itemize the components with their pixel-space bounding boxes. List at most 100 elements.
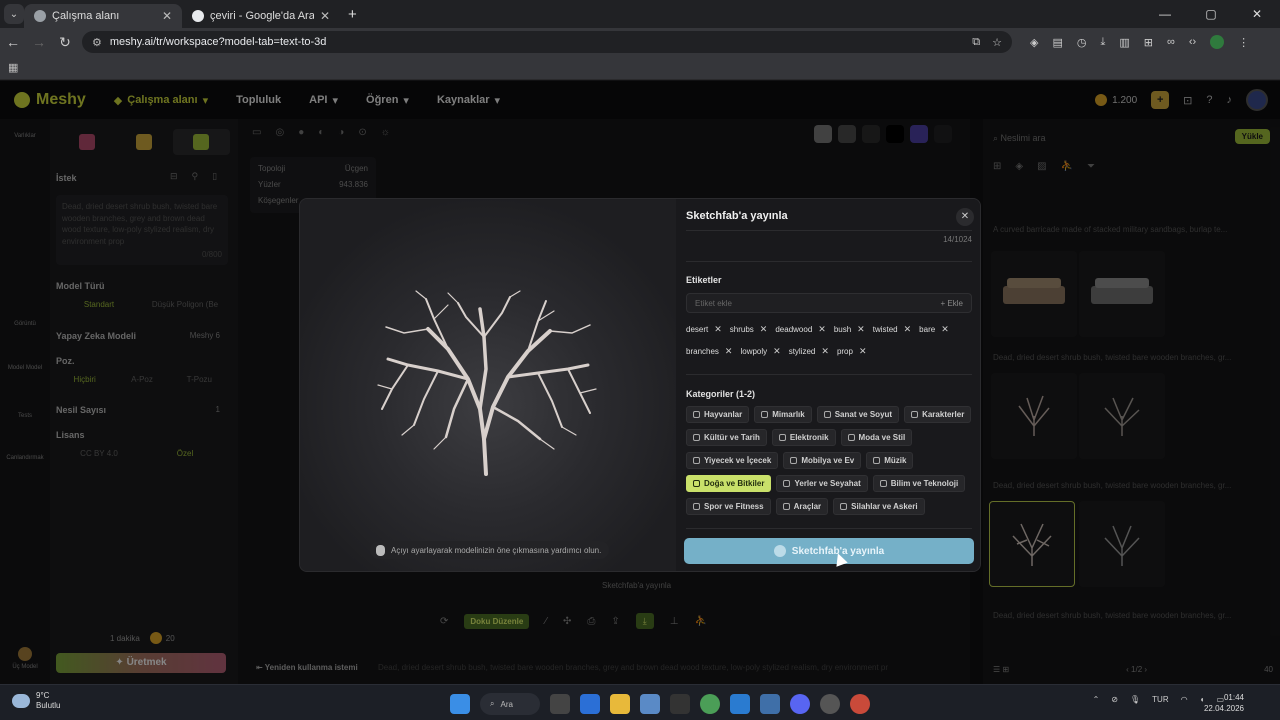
chrome-icon[interactable] bbox=[700, 694, 720, 714]
category-button[interactable]: Silahlar ve Askeri bbox=[833, 498, 925, 515]
tab-title: çeviri - Google'da Ara bbox=[210, 10, 314, 22]
category-icon bbox=[693, 411, 700, 418]
browser-tab-workspace[interactable]: Çalışma alanı ✕ bbox=[24, 4, 182, 28]
window-controls: — ▢ ✕ bbox=[1142, 0, 1280, 28]
category-label: Yiyecek ve İçecek bbox=[704, 456, 772, 465]
category-button[interactable]: Karakterler bbox=[904, 406, 972, 423]
vscode-icon[interactable] bbox=[730, 694, 750, 714]
tag-input[interactable] bbox=[695, 298, 941, 308]
address-bar[interactable]: ⚙ meshy.ai/tr/workspace?model-tab=text-t… bbox=[82, 31, 1012, 53]
category-button[interactable]: Doğa ve Bitkiler bbox=[686, 475, 772, 492]
apps-grid-icon[interactable]: ▦ bbox=[8, 61, 18, 74]
devtools-icon[interactable]: ‹› bbox=[1189, 36, 1196, 48]
task-view-icon[interactable] bbox=[550, 694, 570, 714]
sketchfab-publish-dialog: Açıyı ayarlayarak modelinizin öne çıkmas… bbox=[299, 198, 981, 572]
tag-chip: desert ✕ bbox=[686, 323, 722, 335]
remove-tag-icon[interactable]: ✕ bbox=[904, 324, 912, 335]
profile-avatar-icon[interactable] bbox=[1210, 35, 1225, 49]
tab-title: Çalışma alanı bbox=[52, 10, 120, 22]
close-tab-icon[interactable]: ✕ bbox=[162, 9, 172, 23]
language-indicator[interactable]: TUR bbox=[1152, 695, 1168, 704]
remove-tag-icon[interactable]: ✕ bbox=[714, 324, 722, 335]
category-button[interactable]: Araçlar bbox=[775, 498, 829, 515]
url-text[interactable]: meshy.ai/tr/workspace?model-tab=text-to-… bbox=[110, 36, 964, 48]
browser-tab-google[interactable]: çeviri - Google'da Ara ✕ bbox=[182, 4, 340, 28]
category-label: Spor ve Fitness bbox=[704, 502, 764, 511]
install-app-icon[interactable]: ⧉ bbox=[972, 36, 980, 49]
category-icon bbox=[840, 503, 848, 510]
discord-icon[interactable] bbox=[790, 694, 810, 714]
category-button[interactable]: Müzik bbox=[866, 452, 914, 469]
history-icon[interactable]: ◷ bbox=[1077, 36, 1087, 49]
close-tab-icon[interactable]: ✕ bbox=[320, 9, 330, 23]
remove-tag-icon[interactable]: ✕ bbox=[818, 324, 826, 335]
category-button[interactable]: Bilim ve Teknoloji bbox=[872, 475, 966, 492]
remove-tag-icon[interactable]: ✕ bbox=[725, 346, 733, 357]
network-off-icon[interactable]: ⊘ bbox=[1111, 695, 1118, 704]
app-icon[interactable] bbox=[820, 694, 840, 714]
publish-button[interactable]: Sketchfab'a yayınla bbox=[684, 538, 974, 564]
remove-tag-icon[interactable]: ✕ bbox=[760, 324, 768, 335]
category-button[interactable]: Elektronik bbox=[771, 429, 836, 446]
new-tab-icon[interactable]: + bbox=[348, 6, 357, 23]
category-button[interactable]: Yiyecek ve İçecek bbox=[686, 452, 779, 469]
terminal-icon[interactable] bbox=[670, 694, 690, 714]
category-label: Sanat ve Soyut bbox=[834, 410, 893, 419]
windows-start-icon[interactable] bbox=[450, 694, 470, 714]
link-icon[interactable]: ∞ bbox=[1167, 36, 1175, 48]
category-button[interactable]: Moda ve Stil bbox=[840, 429, 913, 446]
microphone-icon[interactable]: 🎙 bbox=[1130, 695, 1140, 704]
category-button[interactable]: Spor ve Fitness bbox=[686, 498, 771, 515]
translate-icon[interactable]: ⊞ bbox=[1144, 36, 1153, 49]
category-button[interactable]: Kültür ve Tarih bbox=[686, 429, 767, 446]
category-button[interactable]: Yerler ve Seyahat bbox=[776, 475, 868, 492]
category-button[interactable]: Hayvanlar bbox=[686, 406, 750, 423]
remove-tag-icon[interactable]: ✕ bbox=[857, 324, 865, 335]
file-explorer-icon[interactable] bbox=[610, 694, 630, 714]
app-icon[interactable] bbox=[760, 694, 780, 714]
weather-widget[interactable]: 9°C Bulutlu bbox=[12, 691, 60, 711]
category-button[interactable]: Mimarlık bbox=[754, 406, 812, 423]
app-icon[interactable] bbox=[640, 694, 660, 714]
tag-chip: prop ✕ bbox=[837, 345, 867, 357]
remove-tag-icon[interactable]: ✕ bbox=[941, 324, 949, 335]
category-button[interactable]: Mobilya ve Ev bbox=[783, 452, 862, 469]
reading-list-icon[interactable]: ▤ bbox=[1052, 36, 1062, 49]
close-window-icon[interactable]: ✕ bbox=[1234, 0, 1280, 28]
download-icon[interactable]: ⤓ bbox=[1100, 36, 1105, 49]
tab-search-icon[interactable]: ⌄ bbox=[4, 4, 24, 24]
divider bbox=[686, 374, 972, 375]
delete-icon[interactable]: ▥ bbox=[1119, 36, 1129, 49]
forward-icon[interactable]: → bbox=[26, 34, 52, 50]
remove-tag-icon[interactable]: ✕ bbox=[773, 346, 781, 357]
clock[interactable]: 01:44 22.04.2026 bbox=[1204, 692, 1244, 714]
menu-kebab-icon[interactable]: ⋮ bbox=[1238, 36, 1249, 49]
category-icon bbox=[693, 434, 700, 441]
back-icon[interactable]: ← bbox=[0, 34, 26, 50]
extensions-icon[interactable]: ◈ bbox=[1030, 36, 1038, 49]
tag-chip: lowpoly ✕ bbox=[740, 345, 780, 357]
reload-icon[interactable]: ↻ bbox=[52, 34, 78, 51]
site-info-icon[interactable]: ⚙ bbox=[92, 36, 102, 49]
remove-tag-icon[interactable]: ✕ bbox=[859, 346, 867, 357]
close-dialog-button[interactable]: ✕ bbox=[956, 208, 974, 226]
bookmark-star-icon[interactable]: ☆ bbox=[992, 36, 1002, 49]
category-icon bbox=[790, 457, 798, 464]
remove-tag-icon[interactable]: ✕ bbox=[821, 346, 829, 357]
taskbar-search[interactable]: ⌕ Ara bbox=[480, 693, 540, 715]
time: 01:44 bbox=[1223, 693, 1244, 702]
minimize-icon[interactable]: — bbox=[1142, 0, 1188, 28]
chevron-up-icon[interactable]: ⌃ bbox=[1093, 695, 1100, 704]
category-button[interactable]: Sanat ve Soyut bbox=[816, 406, 900, 423]
tag-input-field[interactable]: + Ekle bbox=[686, 293, 972, 313]
store-icon[interactable] bbox=[580, 694, 600, 714]
category-label: Doğa ve Bitkiler bbox=[704, 479, 765, 488]
wifi-icon[interactable]: ◠ bbox=[1181, 695, 1188, 704]
category-icon bbox=[761, 411, 769, 418]
maximize-icon[interactable]: ▢ bbox=[1188, 0, 1234, 28]
model-preview[interactable]: Açıyı ayarlayarak modelinizin öne çıkmas… bbox=[300, 199, 676, 571]
tag-label: lowpoly bbox=[740, 346, 768, 356]
chrome-profile-icon[interactable] bbox=[850, 694, 870, 714]
add-tag-button[interactable]: + Ekle bbox=[941, 299, 963, 308]
tag-label: shrubs bbox=[729, 324, 754, 334]
